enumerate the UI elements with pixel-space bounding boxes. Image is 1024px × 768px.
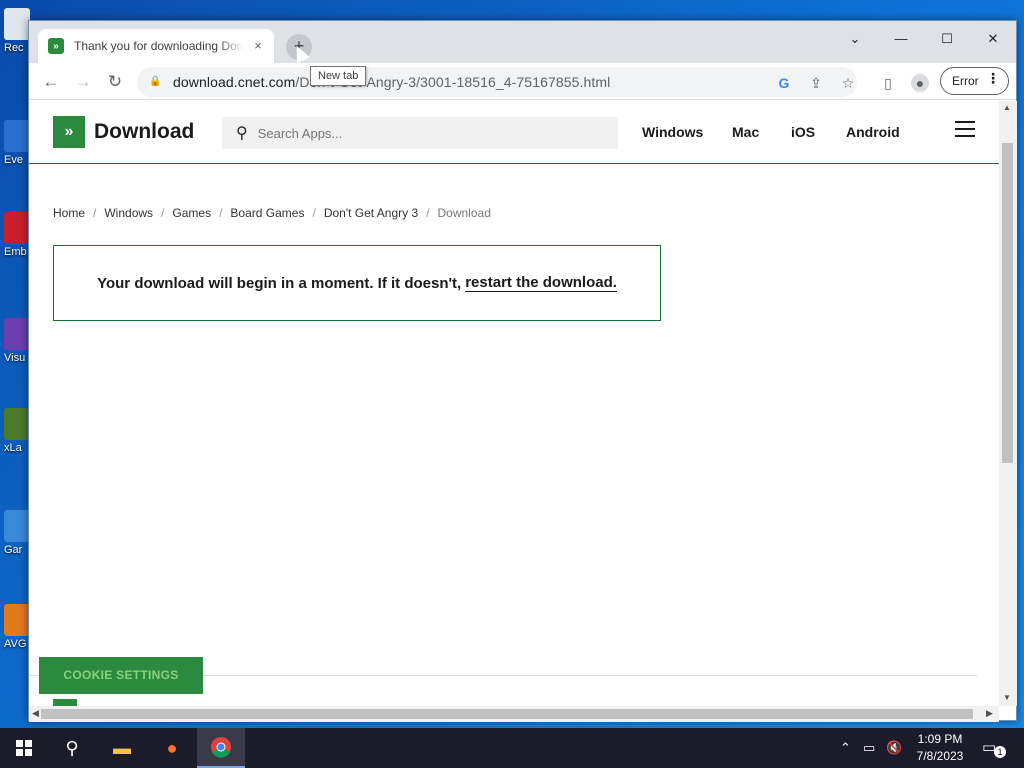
search-box[interactable]: ⚲ Search Apps... — [222, 117, 618, 149]
bookmark-star-icon[interactable]: ☆ — [839, 74, 857, 92]
taskbar: ⚲ ▬ ● ⌃ ▭ 🔇 1:09 PM 7/8/2023 ▭ 1 — [0, 728, 1024, 768]
desktop-icon-emb[interactable]: Emb De — [0, 212, 44, 258]
address-bar[interactable]: 🔒 download.cnet.com/Don-t-Get-Angry-3/30… — [137, 67, 857, 97]
browser-toolbar: ← → ↻ 🔒 download.cnet.com/Don-t-Get-Angr… — [29, 63, 1016, 100]
vertical-scrollbar[interactable]: ▲ ▼ — [999, 101, 1017, 706]
download-message: Your download will begin in a moment. If… — [97, 274, 462, 292]
scroll-up-icon[interactable]: ▲ — [1003, 103, 1011, 112]
maximize-button[interactable]: ☐ — [925, 26, 969, 52]
clock-date: 7/8/2023 — [916, 749, 964, 763]
desktop-icon-visu[interactable]: Visu — [0, 318, 30, 364]
windows-logo-icon — [16, 740, 32, 756]
app-shortcut-icon — [4, 510, 30, 542]
recycle-bin-icon — [4, 8, 30, 40]
horizontal-scrollbar[interactable]: ◀ ▶ — [29, 706, 999, 722]
download-logo-icon[interactable]: » — [53, 116, 85, 148]
app-shortcut-icon — [4, 408, 30, 440]
tray-chevron-icon[interactable]: ⌃ — [840, 740, 851, 756]
notification-center-icon[interactable]: ▭ 1 — [982, 738, 1006, 758]
firefox-icon[interactable]: ● — [148, 728, 196, 768]
site-header: » Download ⚲ Search Apps... Windows Mac … — [29, 101, 999, 164]
desktop-icon-avg[interactable]: AVG — [0, 604, 30, 650]
web-page: » Download ⚲ Search Apps... Windows Mac … — [29, 101, 999, 706]
scroll-down-icon[interactable]: ▼ — [1003, 693, 1011, 702]
nav-link-windows[interactable]: Windows — [642, 124, 703, 140]
cookie-settings-button[interactable]: COOKIE SETTINGS — [39, 657, 203, 694]
desktop-icon-eve[interactable]: Eve — [0, 120, 30, 166]
volume-muted-icon[interactable]: 🔇 — [886, 740, 902, 756]
breadcrumb-home[interactable]: Home — [53, 206, 85, 220]
minimize-button[interactable]: — — [879, 26, 923, 52]
nav-link-mac[interactable]: Mac — [732, 124, 759, 140]
scroll-right-icon[interactable]: ▶ — [986, 708, 993, 719]
browser-window: » Thank you for downloading Don't Get An… — [28, 20, 1017, 722]
notification-count: 1 — [994, 746, 1006, 758]
desktop-icon-recycle-bin[interactable]: Rec — [0, 8, 30, 54]
forward-button[interactable]: → — [69, 68, 97, 96]
tab-search-button[interactable]: ⌄ — [833, 26, 877, 52]
close-window-button[interactable]: ✕ — [971, 26, 1015, 52]
breadcrumb-board-games[interactable]: Board Games — [230, 206, 304, 220]
desktop-icon-gar[interactable]: Gar — [0, 510, 30, 556]
breadcrumb-app[interactable]: Don't Get Angry 3 — [324, 206, 418, 220]
search-icon: ⚲ — [236, 125, 248, 142]
new-tab-tooltip: New tab — [310, 66, 367, 86]
network-icon[interactable]: ▭ — [863, 740, 875, 756]
error-button[interactable]: Error ⋮ — [940, 67, 1009, 95]
breadcrumb-windows[interactable]: Windows — [104, 206, 153, 220]
lock-icon[interactable]: 🔒 — [149, 76, 161, 88]
breadcrumb-games[interactable]: Games — [172, 206, 211, 220]
chrome-icon[interactable] — [197, 728, 245, 768]
kebab-menu-icon[interactable]: ⋮ — [986, 70, 1000, 87]
share-icon[interactable]: ⇪ — [807, 74, 825, 92]
clock-time: 1:09 PM — [917, 732, 963, 746]
favicon-icon: » — [48, 38, 64, 54]
scrollbar-thumb[interactable] — [1002, 143, 1013, 463]
clock[interactable]: 1:09 PM 7/8/2023 — [906, 731, 974, 765]
desktop-icon-xla[interactable]: xLa — [0, 408, 30, 454]
restart-download-link[interactable]: restart the download. — [465, 274, 617, 292]
breadcrumb: Home / Windows / Games / Board Games / Don't… — [53, 206, 491, 220]
app-shortcut-icon — [4, 212, 30, 244]
file-explorer-icon[interactable]: ▬ — [98, 728, 146, 768]
search-input[interactable]: Search Apps... — [258, 126, 343, 141]
nav-link-ios[interactable]: iOS — [791, 124, 815, 140]
google-translate-icon[interactable]: G — [775, 74, 793, 92]
start-button[interactable] — [0, 728, 48, 768]
hamburger-menu-icon[interactable] — [955, 121, 975, 139]
url-text: download.cnet.com/Don-t-Get-Angry-3/3001… — [173, 74, 611, 90]
side-panel-icon[interactable]: ▯ — [879, 74, 897, 92]
footer-green-chip — [53, 699, 77, 706]
breadcrumb-current: Download — [437, 206, 491, 220]
app-shortcut-icon — [4, 318, 30, 350]
back-button[interactable]: ← — [37, 68, 65, 96]
nav-link-android[interactable]: Android — [846, 124, 900, 140]
tab-active[interactable]: » Thank you for downloading Don't Get An… — [38, 29, 274, 63]
download-message-box: Your download will begin in a moment. If… — [53, 245, 661, 321]
taskbar-search-icon[interactable]: ⚲ — [48, 728, 96, 768]
tab-strip: » Thank you for downloading Don't Get An… — [29, 21, 1016, 63]
logo-text[interactable]: Download — [94, 120, 194, 144]
profile-icon[interactable]: ● — [911, 74, 929, 92]
scroll-left-icon[interactable]: ◀ — [32, 708, 39, 719]
tab-title: Thank you for downloading Don't Get Angr… — [74, 39, 244, 53]
horizontal-scrollbar-thumb[interactable] — [41, 709, 973, 719]
app-shortcut-icon — [4, 604, 30, 636]
close-tab-icon[interactable]: × — [250, 38, 266, 54]
app-shortcut-icon — [4, 120, 30, 152]
reload-button[interactable]: ↻ — [101, 68, 129, 96]
